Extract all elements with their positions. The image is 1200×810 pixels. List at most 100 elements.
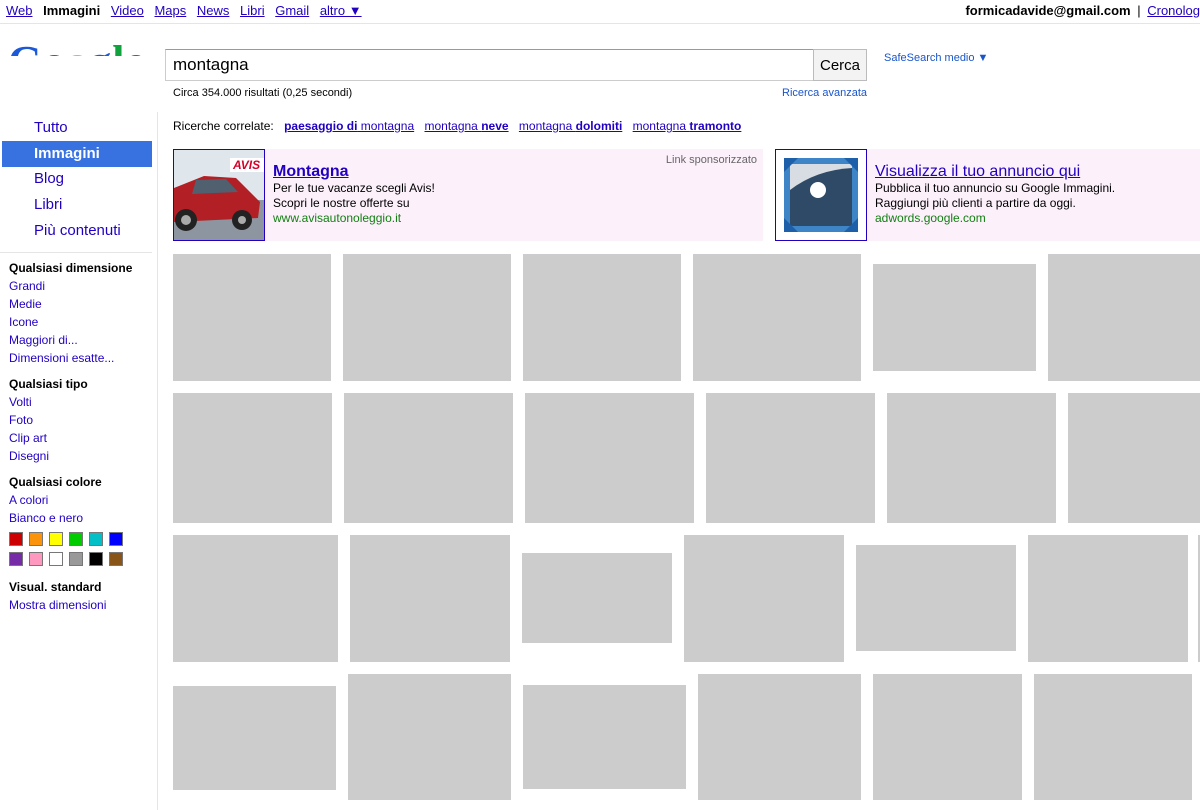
sidebar-nav-blog[interactable]: Blog: [34, 170, 64, 187]
image-result[interactable]: [698, 674, 861, 800]
image-result[interactable]: [873, 264, 1036, 371]
ad-avis-title[interactable]: Montagna: [273, 163, 349, 181]
image-result[interactable]: [173, 535, 338, 662]
sidebar-nav-libri[interactable]: Libri: [34, 196, 62, 213]
image-result[interactable]: [1034, 674, 1192, 800]
account-area: formicadavide@gmail.com | Cronolog: [965, 3, 1200, 18]
color-swatch[interactable]: [109, 532, 123, 546]
topnav-libri[interactable]: Libri: [240, 3, 265, 18]
ad-avis-line-2: Scopri le nostre offerte su: [273, 196, 410, 210]
filter-color-bw[interactable]: Bianco e nero: [9, 511, 83, 525]
filter-color-colori[interactable]: A colori: [9, 493, 48, 507]
picture-placeholder-icon: [776, 150, 866, 240]
sponsored-label: Link sponsorizzato: [665, 154, 757, 166]
topnav-web[interactable]: Web: [6, 3, 33, 18]
sidebar-nav-tutto[interactable]: Tutto: [34, 119, 68, 136]
ad-avis-image[interactable]: AVIS: [173, 149, 265, 241]
ad-adwords-url[interactable]: adwords.google.com: [875, 211, 986, 225]
color-swatch[interactable]: [29, 552, 43, 566]
image-result[interactable]: [173, 254, 331, 381]
color-swatch[interactable]: [69, 532, 83, 546]
image-result[interactable]: [173, 686, 336, 790]
filter-view-show-size[interactable]: Mostra dimensioni: [9, 598, 106, 612]
ad-avis-url[interactable]: www.avisautonoleggio.it: [273, 211, 401, 225]
related-link-4[interactable]: montagna tramonto: [633, 119, 742, 133]
filter-type-volti[interactable]: Volti: [9, 395, 32, 409]
ad-adwords-line-1: Pubblica il tuo annuncio su Google Immag…: [875, 181, 1116, 195]
color-swatch[interactable]: [9, 552, 23, 566]
image-result[interactable]: [1048, 254, 1200, 381]
filter-size-heading: Qualsiasi dimensione: [9, 261, 133, 275]
ad-adwords-image[interactable]: [775, 149, 867, 241]
topnav-immagini[interactable]: Immagini: [43, 3, 100, 18]
filter-type-heading: Qualsiasi tipo: [9, 377, 88, 391]
history-link[interactable]: Cronolog: [1147, 3, 1200, 18]
sidebar-nav-immagini-label: Immagini: [34, 145, 100, 162]
image-result[interactable]: [1068, 393, 1200, 523]
filter-size-grandi[interactable]: Grandi: [9, 279, 45, 293]
account-email: formicadavide@gmail.com: [965, 3, 1131, 18]
related-searches: Ricerche correlate: paesaggio di montagn…: [173, 119, 741, 133]
related-link-2[interactable]: montagna neve: [424, 119, 508, 133]
ad-avis-image-label: AVIS: [233, 158, 261, 172]
related-link-1-bold: paesaggio di: [284, 119, 358, 133]
filter-type-foto[interactable]: Foto: [9, 413, 33, 427]
color-swatch[interactable]: [89, 552, 103, 566]
filter-size-medie[interactable]: Medie: [9, 297, 42, 311]
sponsored-ad-adwords: Visualizza il tuo annuncio qui Pubblica …: [775, 149, 1200, 241]
related-link-2-normal: montagna: [424, 119, 482, 133]
image-result[interactable]: [873, 674, 1022, 800]
filter-size-larger[interactable]: Maggiori di...: [9, 333, 78, 347]
color-swatch[interactable]: [89, 532, 103, 546]
topnav-news[interactable]: News: [197, 3, 230, 18]
image-result[interactable]: [343, 254, 511, 381]
advanced-search-link[interactable]: Ricerca avanzata: [782, 87, 867, 99]
topnav-maps[interactable]: Maps: [154, 3, 186, 18]
related-link-1[interactable]: paesaggio di montagna: [284, 119, 414, 133]
color-swatch[interactable]: [9, 532, 23, 546]
filter-view-heading: Visual. standard: [9, 580, 102, 594]
image-result[interactable]: [525, 393, 694, 523]
topnav-video[interactable]: Video: [111, 3, 144, 18]
related-link-3-normal: montagna: [518, 119, 576, 133]
left-sidebar: Tutto Immagini Blog Libri Più contenuti …: [0, 112, 158, 810]
sidebar-nav-immagini[interactable]: Immagini: [2, 141, 152, 167]
sidebar-nav-more[interactable]: Più contenuti: [34, 222, 121, 239]
search-button[interactable]: Cerca: [813, 49, 867, 81]
related-link-3[interactable]: montagna dolomiti: [519, 119, 622, 133]
filter-type-clipart[interactable]: Clip art: [9, 431, 47, 445]
image-result[interactable]: [350, 535, 510, 662]
safesearch-dropdown[interactable]: SafeSearch medio ▼: [884, 52, 988, 64]
color-swatch[interactable]: [49, 552, 63, 566]
related-link-4-normal: montagna: [632, 119, 690, 133]
topnav-more[interactable]: altro ▼: [320, 3, 362, 18]
filter-size-exact[interactable]: Dimensioni esatte...: [9, 351, 114, 365]
image-result[interactable]: [173, 393, 332, 523]
topnav-gmail[interactable]: Gmail: [275, 3, 309, 18]
related-link-1-tail: montagna: [357, 119, 415, 133]
filter-type-disegni[interactable]: Disegni: [9, 449, 49, 463]
search-input[interactable]: [165, 49, 821, 81]
image-result[interactable]: [887, 393, 1056, 523]
image-result[interactable]: [523, 254, 681, 381]
image-result[interactable]: [706, 393, 875, 523]
image-result[interactable]: [344, 393, 513, 523]
top-nav: Web Immagini Video Maps News Libri Gmail…: [6, 3, 369, 18]
image-result[interactable]: [684, 535, 844, 662]
color-swatch[interactable]: [29, 532, 43, 546]
google-logo[interactable]: Google: [8, 38, 148, 56]
ad-adwords-title[interactable]: Visualizza il tuo annuncio qui: [875, 163, 1080, 181]
color-swatch[interactable]: [109, 552, 123, 566]
result-stats: Circa 354.000 risultati (0,25 secondi): [173, 87, 353, 99]
image-result[interactable]: [1028, 535, 1188, 662]
color-swatch[interactable]: [49, 532, 63, 546]
color-swatch[interactable]: [69, 552, 83, 566]
image-result[interactable]: [348, 674, 511, 800]
sidebar-divider: [0, 252, 152, 253]
image-result[interactable]: [523, 685, 686, 789]
filter-size-icone[interactable]: Icone: [9, 315, 38, 329]
image-result[interactable]: [522, 553, 672, 643]
image-result[interactable]: [693, 254, 861, 381]
image-result[interactable]: [856, 545, 1016, 651]
related-link-4-bold: tramonto: [689, 119, 742, 133]
